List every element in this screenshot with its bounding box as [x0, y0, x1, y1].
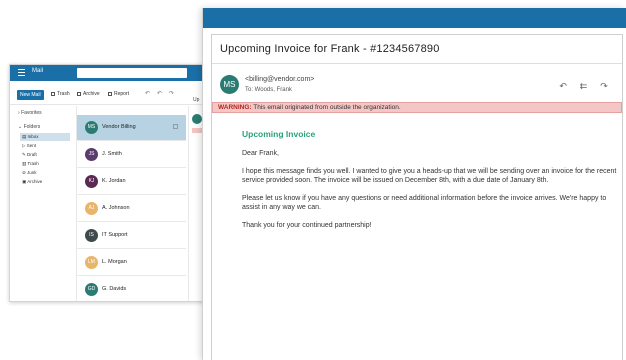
- list-item[interactable]: AJ A. Johnson: [77, 196, 186, 222]
- list-item[interactable]: LM L. Morgan: [77, 250, 186, 276]
- list-item[interactable]: GD G. Davids: [77, 277, 186, 301]
- reply-icon[interactable]: ↶: [555, 81, 571, 92]
- email-subject: Upcoming Invoice for Frank - #1234567890: [220, 43, 440, 55]
- body-paragraph-1: I hope this message finds you well. I wa…: [242, 168, 617, 184]
- reply-icon[interactable]: ↶: [145, 90, 150, 97]
- avatar: IS: [85, 229, 98, 242]
- avatar: KJ: [85, 175, 98, 188]
- forward-icon[interactable]: ↷: [596, 81, 612, 92]
- sender-avatar: MS: [220, 75, 239, 94]
- folder-sent[interactable]: ▷ Sent: [20, 142, 70, 150]
- list-item[interactable]: MS Vendor Billing: [77, 115, 186, 141]
- archive-button[interactable]: Archive: [77, 91, 100, 97]
- list-item[interactable]: JS J. Smith: [77, 142, 186, 168]
- report-button[interactable]: Report: [108, 91, 129, 97]
- email-frame: Upcoming Invoice for Frank - #1234567890…: [211, 34, 623, 360]
- reply-all-icon[interactable]: ↶: [157, 90, 162, 97]
- sender-name: G. Davids: [102, 286, 127, 292]
- closing: Thank you for your continued partnership…: [242, 222, 372, 229]
- email-window: Upcoming Invoice for Frank - #1234567890…: [202, 8, 626, 360]
- window-top-bar: [203, 8, 626, 28]
- message-actions: ↶ ⇇ ↷: [555, 76, 612, 94]
- list-item[interactable]: KJ K. Jordan: [77, 169, 186, 195]
- folder-archive[interactable]: ▣ Archive: [20, 178, 70, 186]
- archive-icon: [77, 92, 81, 96]
- message-list: MS Vendor Billing JS J. Smith KJ K. Jord…: [76, 106, 187, 301]
- warning-label: WARNING:: [218, 104, 252, 111]
- avatar: GD: [85, 283, 98, 296]
- divider: [212, 63, 622, 64]
- sender-name: Vendor Billing: [102, 124, 136, 130]
- folder-trash[interactable]: ▥ Trash: [20, 160, 70, 168]
- email-heading: Upcoming Invoice: [242, 129, 316, 139]
- avatar: LM: [85, 256, 98, 269]
- sender-name: A. Johnson: [102, 205, 130, 211]
- folder-junk[interactable]: ⊘ Junk: [20, 169, 70, 177]
- background-toolbar: New Mail Trash Archive Report ↶ ↶ ↷: [10, 81, 213, 105]
- menu-icon[interactable]: [18, 69, 25, 76]
- avatar: MS: [85, 121, 98, 134]
- list-item[interactable]: IS IT Support: [77, 223, 186, 249]
- app-title: Mail: [32, 68, 44, 74]
- trash-icon: [51, 92, 55, 96]
- greeting: Dear Frank,: [242, 150, 279, 157]
- avatar: [192, 114, 202, 124]
- folder-pane: › Favorites ⌄ Folders ▤ Inbox ▷ Sent ✎ D…: [10, 106, 76, 301]
- external-warning-banner: WARNING: This email originated from outs…: [212, 102, 622, 113]
- reading-pane-subject: Up: [193, 97, 200, 103]
- folder-inbox[interactable]: ▤ Inbox: [20, 133, 70, 141]
- background-mail-window: Mail New Mail Trash Archive Report ↶ ↶ ↷…: [9, 64, 214, 302]
- select-checkbox[interactable]: [173, 124, 178, 129]
- new-mail-button[interactable]: New Mail: [17, 90, 44, 100]
- sender-address: <billing@vendor.com>: [245, 76, 315, 83]
- body-paragraph-2: Please let us know if you have any quest…: [242, 195, 607, 211]
- search-input[interactable]: [77, 68, 187, 78]
- trash-button[interactable]: Trash: [51, 91, 70, 97]
- favorites-header[interactable]: › Favorites: [18, 110, 42, 116]
- warning-text: This email originated from outside the o…: [251, 104, 401, 111]
- forward-icon[interactable]: ↷: [169, 90, 174, 97]
- avatar: JS: [85, 148, 98, 161]
- sender-name: K. Jordan: [102, 178, 126, 184]
- sender-name: J. Smith: [102, 151, 122, 157]
- report-icon: [108, 92, 112, 96]
- email-body: Upcoming Invoice Dear Frank, I hope this…: [242, 129, 617, 239]
- folder-draft[interactable]: ✎ Draft: [20, 151, 70, 159]
- background-top-bar: Mail: [10, 65, 213, 81]
- reply-all-icon[interactable]: ⇇: [576, 81, 592, 92]
- folders-header[interactable]: ⌄ Folders: [18, 124, 40, 130]
- sender-name: IT Support: [102, 232, 128, 238]
- sender-name: L. Morgan: [102, 259, 127, 265]
- recipient-line: To: Woods, Frank: [245, 87, 292, 93]
- avatar: AJ: [85, 202, 98, 215]
